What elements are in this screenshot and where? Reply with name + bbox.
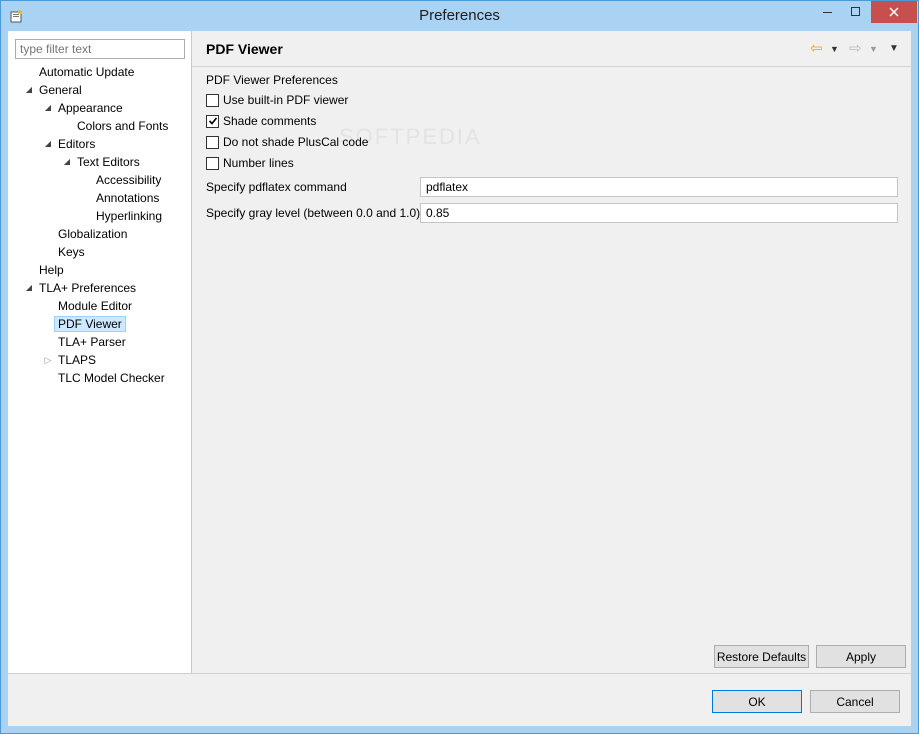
tree-item-label: Hyperlinking [96, 209, 163, 223]
forward-arrow-icon[interactable]: ⇨ [849, 40, 862, 58]
dialog-client-area: Automatic Update ◢ General ◢ Appearance … [8, 31, 911, 726]
checkbox-box[interactable] [206, 93, 219, 107]
view-menu-icon[interactable]: ▼ [889, 40, 899, 58]
tree-item-tlc-model-checker[interactable]: TLC Model Checker [54, 369, 169, 387]
tree-item-label: Module Editor [58, 299, 133, 313]
checkbox-box-checked[interactable] [206, 114, 219, 128]
apply-button[interactable]: Apply [816, 645, 906, 668]
window-title: Preferences [419, 7, 500, 24]
expanded-twisty-icon[interactable]: ◢ [43, 99, 53, 117]
tree-item-hyperlinking[interactable]: Hyperlinking [92, 207, 166, 225]
minimize-button[interactable] [813, 1, 843, 23]
collapsed-twisty-icon[interactable]: ▷ [43, 351, 53, 369]
tree-item-help[interactable]: Help [35, 261, 68, 279]
tree-item-tlaps[interactable]: TLAPS [54, 351, 100, 369]
title-bar[interactable]: Preferences [1, 1, 918, 31]
checkbox-label: Do not shade PlusCal code [223, 135, 369, 149]
tree-item-label: TLAPS [58, 353, 97, 367]
tree-item-text-editors[interactable]: Text Editors [73, 153, 144, 171]
tree-item-label: TLA+ Preferences [39, 281, 137, 295]
tree-item-label: TLA+ Parser [58, 335, 126, 349]
group-label: PDF Viewer Preferences [206, 73, 338, 87]
back-arrow-icon[interactable]: ⇦ [810, 40, 823, 58]
filter-input[interactable] [15, 39, 185, 59]
page-title: PDF Viewer [206, 41, 283, 57]
tree-item-label: PDF Viewer [54, 316, 126, 332]
back-dropdown-icon[interactable]: ▼ [830, 40, 839, 58]
tree-item-keys[interactable]: Keys [54, 243, 89, 261]
tree-item-label: TLC Model Checker [58, 371, 165, 385]
ok-button[interactable]: OK [712, 690, 802, 713]
tree-item-annotations[interactable]: Annotations [92, 189, 163, 207]
gray-level-field[interactable] [420, 203, 898, 223]
restore-defaults-button[interactable]: Restore Defaults [714, 645, 809, 668]
tree-item-tla-preferences[interactable]: TLA+ Preferences [35, 279, 140, 297]
tree-item-globalization[interactable]: Globalization [54, 225, 131, 243]
minimize-icon [823, 12, 832, 13]
tree-item-automatic-update[interactable]: Automatic Update [35, 63, 138, 81]
tree-item-tla-parser[interactable]: TLA+ Parser [54, 333, 130, 351]
checkbox-label: Number lines [223, 156, 294, 170]
checkmark-icon [208, 117, 217, 125]
tree-item-label: Automatic Update [39, 65, 135, 79]
cancel-button[interactable]: Cancel [810, 690, 900, 713]
tree-item-label: Help [39, 263, 64, 277]
tree-item-label: Annotations [96, 191, 160, 205]
header-divider [192, 66, 911, 67]
checkbox-label: Use built-in PDF viewer [223, 93, 349, 107]
maximize-button[interactable] [841, 1, 871, 23]
tree-item-label: General [39, 83, 82, 97]
close-icon [889, 7, 899, 17]
expanded-twisty-icon[interactable]: ◢ [24, 279, 34, 297]
tree-item-label: Editors [58, 137, 96, 151]
checkbox-number-lines[interactable]: Number lines [206, 154, 294, 172]
tree-item-accessibility[interactable]: Accessibility [92, 171, 165, 189]
checkbox-do-not-shade-pluscal[interactable]: Do not shade PlusCal code [206, 133, 368, 151]
tree-item-editors[interactable]: Editors [54, 135, 99, 153]
expanded-twisty-icon[interactable]: ◢ [62, 153, 72, 171]
pdflatex-label: Specify pdflatex command [206, 180, 347, 194]
tree-item-colors-and-fonts[interactable]: Colors and Fonts [73, 117, 172, 135]
checkbox-shade-comments[interactable]: Shade comments [206, 112, 316, 130]
pdflatex-command-field[interactable] [420, 177, 898, 197]
expanded-twisty-icon[interactable]: ◢ [24, 81, 34, 99]
tree-item-label: Keys [58, 245, 85, 259]
tree-item-pdf-viewer[interactable]: PDF Viewer [54, 315, 126, 333]
tree-item-label: Globalization [58, 227, 128, 241]
tree-item-label: Text Editors [77, 155, 140, 169]
forward-dropdown-icon[interactable]: ▼ [869, 40, 878, 58]
preference-page: PDF Viewer ⇦ ▼ ⇨ ▼ ▼ SOFTPEDIA PDF Viewe… [192, 31, 911, 673]
checkbox-box[interactable] [206, 156, 219, 170]
maximize-icon [851, 7, 860, 16]
tree-item-label: Accessibility [96, 173, 162, 187]
close-button[interactable] [871, 1, 917, 23]
preferences-window: Preferences Automatic Update ◢ General ◢… [0, 0, 919, 734]
tree-item-general[interactable]: General [35, 81, 86, 99]
tree-item-label: Appearance [58, 101, 123, 115]
tree-item-module-editor[interactable]: Module Editor [54, 297, 136, 315]
gray-level-label: Specify gray level (between 0.0 and 1.0) [206, 206, 421, 220]
checkbox-use-builtin-viewer[interactable]: Use built-in PDF viewer [206, 91, 348, 109]
checkbox-label: Shade comments [223, 114, 317, 128]
footer-divider [8, 673, 911, 674]
preferences-tree-panel: Automatic Update ◢ General ◢ Appearance … [8, 31, 192, 673]
tree-item-label: Colors and Fonts [77, 119, 169, 133]
checkbox-box[interactable] [206, 135, 219, 149]
expanded-twisty-icon[interactable]: ◢ [43, 135, 53, 153]
tree-item-appearance[interactable]: Appearance [54, 99, 127, 117]
